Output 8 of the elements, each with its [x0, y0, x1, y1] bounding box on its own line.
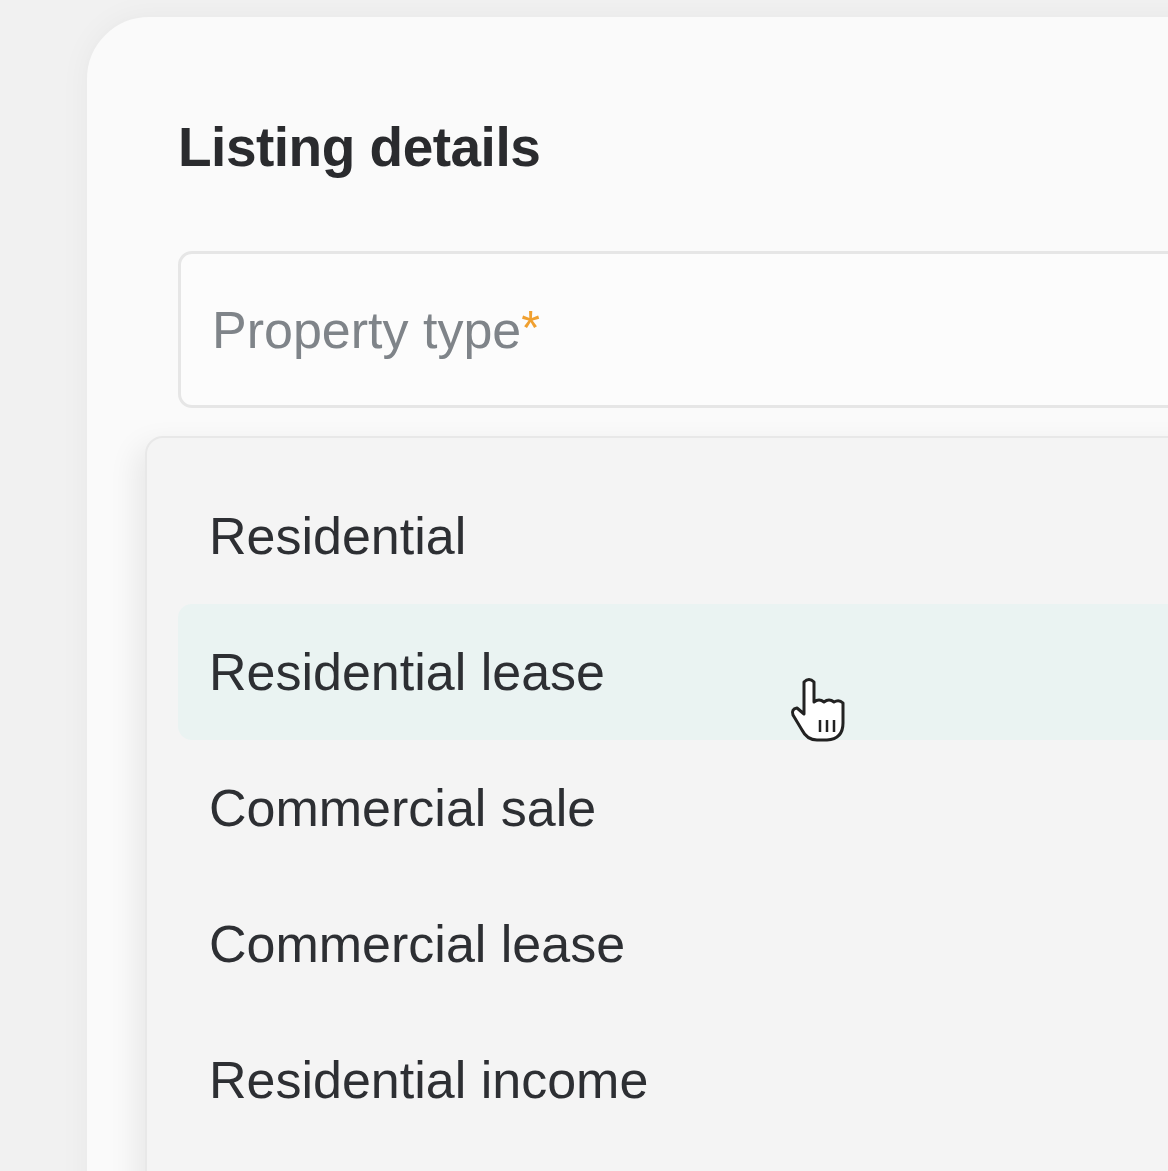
property-type-field[interactable]: Property type* — [178, 251, 1168, 408]
dropdown-option[interactable]: Commercial sale — [178, 740, 1168, 876]
section-title: Listing details — [178, 115, 541, 179]
dropdown-option[interactable]: Commercial lease — [178, 876, 1168, 1012]
dropdown-option[interactable]: Residential — [178, 468, 1168, 604]
dropdown-option[interactable]: Residential income — [178, 1012, 1168, 1148]
dropdown-option[interactable]: Residential lease — [178, 604, 1168, 740]
required-mark: * — [521, 300, 540, 355]
